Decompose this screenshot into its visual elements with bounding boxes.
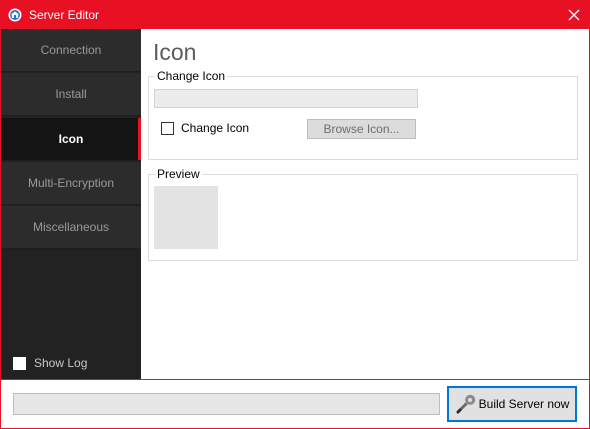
show-log-label: Show Log: [34, 356, 88, 370]
change-icon-group-label: Change Icon: [155, 69, 228, 83]
close-icon: [568, 9, 580, 21]
footer-bar: Build Server now: [1, 379, 589, 428]
sidebar-item-label: Install: [55, 87, 87, 101]
server-app-icon: [8, 8, 22, 22]
build-server-label: Build Server now: [478, 397, 570, 411]
sidebar-item-label: Multi-Encryption: [27, 176, 115, 190]
main-panel: Icon Change Icon Change Icon Browse Icon…: [141, 29, 589, 379]
sidebar-item-label: Miscellaneous: [32, 220, 110, 234]
icon-path-field[interactable]: [154, 89, 418, 108]
change-icon-checkbox-label: Change Icon: [181, 121, 250, 135]
sidebar-item-miscellaneous[interactable]: Miscellaneous: [1, 206, 141, 249]
sidebar-item-label: Icon: [58, 132, 84, 146]
icon-preview: [154, 186, 218, 249]
show-log-checkbox[interactable]: Show Log: [13, 356, 87, 370]
sidebar-item-multi-encryption[interactable]: Multi-Encryption: [1, 162, 141, 205]
window-title: Server Editor: [29, 8, 100, 22]
server-editor-window: Server Editor Connection Install Icon Mu…: [0, 0, 590, 429]
change-icon-checkbox-box[interactable]: [161, 121, 174, 135]
sidebar-item-icon[interactable]: Icon: [1, 118, 141, 161]
page-title: Icon: [153, 39, 197, 65]
title-bar[interactable]: Server Editor: [1, 1, 589, 29]
wrench-icon: [456, 394, 475, 414]
build-server-button[interactable]: Build Server now: [447, 386, 577, 422]
change-icon-checkbox[interactable]: Change Icon: [161, 121, 249, 135]
close-button[interactable]: [559, 1, 589, 29]
sidebar-item-install[interactable]: Install: [1, 73, 141, 116]
preview-group-label: Preview: [155, 167, 202, 181]
browse-icon-button[interactable]: Browse Icon...: [307, 119, 416, 139]
sidebar-item-connection[interactable]: Connection: [1, 29, 141, 72]
show-log-checkbox-box[interactable]: [13, 356, 26, 370]
sidebar-item-label: Connection: [40, 43, 102, 57]
sidebar: Connection Install Icon Multi-Encryption…: [1, 29, 141, 379]
build-progress-bar: [13, 393, 440, 415]
